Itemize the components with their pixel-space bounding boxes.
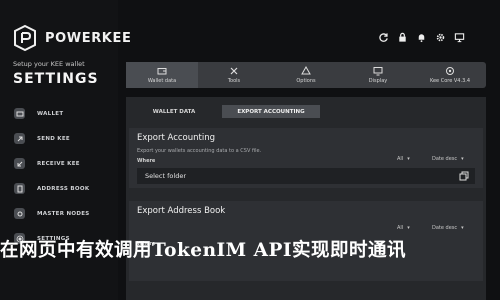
filter-all-select[interactable]: All ▾ — [397, 223, 410, 233]
tab-wallet-data[interactable]: Wallet data — [126, 62, 198, 88]
display-icon[interactable] — [452, 30, 466, 44]
tab-label: Wallet data — [147, 78, 177, 84]
settings-panel: WALLET DATA EXPORT ACCOUNTING Export Acc… — [126, 97, 486, 300]
export-accounting-title: Export Accounting — [137, 133, 215, 143]
tab-kee-core[interactable]: Kee Core V4.3.4 — [414, 62, 486, 88]
sidebar-item-label: MASTER NODES — [37, 210, 90, 217]
sidebar-item-label: ADDRESS BOOK — [37, 185, 90, 192]
sub-tabs: WALLET DATA EXPORT ACCOUNTING — [126, 105, 486, 118]
options-icon — [301, 66, 311, 75]
sidebar-item-label: RECEIVE KEE — [37, 160, 80, 167]
sidebar-item-master-nodes[interactable]: MASTER NODES — [0, 201, 118, 226]
tab-options[interactable]: Options — [270, 62, 342, 88]
export-accounting-card: Export Accounting Export your wallets ac… — [129, 128, 483, 188]
sort-select[interactable]: Date desc ▾ — [432, 154, 464, 164]
tab-label: Options — [296, 78, 316, 84]
sort-value: Date desc — [432, 225, 458, 231]
select-folder-label: Select folder — [145, 172, 186, 180]
gear-icon[interactable] — [433, 30, 447, 44]
brand: POWERKEE — [13, 24, 131, 52]
sidebar-item-label: SEND KEE — [37, 135, 70, 142]
tools-icon — [230, 67, 238, 75]
master-nodes-icon — [14, 208, 25, 219]
filter-all-value: All — [397, 225, 404, 231]
receive-icon — [14, 158, 25, 169]
sidebar-item-address-book[interactable]: ADDRESS BOOK — [0, 176, 118, 201]
copy-icon[interactable] — [459, 171, 469, 181]
filter-all-select[interactable]: All ▾ — [397, 154, 410, 164]
tab-label: Display — [368, 78, 388, 84]
export-accounting-description: Export your wallets accounting data to a… — [137, 148, 262, 154]
tab-label: Kee Core V4.3.4 — [429, 78, 471, 84]
filter-all-value: All — [397, 156, 404, 162]
export-address-book-title: Export Address Book — [137, 206, 226, 216]
sidebar-nav: WALLET SEND KEE RECEIVE KEE ADDRESS BOOK… — [0, 101, 118, 251]
send-icon — [14, 133, 25, 144]
chevron-down-icon: ▾ — [461, 156, 464, 162]
sub-tab-wallet-data[interactable]: WALLET DATA — [126, 105, 222, 118]
where-label: Where — [137, 158, 156, 164]
sidebar-item-label: WALLET — [37, 110, 64, 117]
section-title: SETTINGS — [13, 71, 99, 87]
tab-label: Tools — [227, 78, 241, 84]
select-folder-field[interactable]: Select folder — [137, 168, 475, 184]
sort-select[interactable]: Date desc ▾ — [432, 223, 464, 233]
lock-icon[interactable] — [395, 30, 409, 44]
bell-icon[interactable] — [414, 30, 428, 44]
sub-tab-export-accounting[interactable]: EXPORT ACCOUNTING — [222, 105, 320, 118]
settings-tabs: Wallet data Tools Options Display Kee Co… — [126, 62, 486, 88]
powerkee-logo — [14, 24, 36, 52]
chevron-down-icon: ▾ — [407, 225, 410, 231]
chevron-down-icon: ▾ — [407, 156, 410, 162]
tab-tools[interactable]: Tools — [198, 62, 270, 88]
display-icon — [373, 67, 383, 76]
tab-display[interactable]: Display — [342, 62, 414, 88]
sidebar-item-send-kee[interactable]: SEND KEE — [0, 126, 118, 151]
address-book-icon — [14, 183, 25, 194]
wallet-icon — [14, 108, 25, 119]
topbar — [376, 30, 466, 44]
tagline: Setup your KEE wallet — [13, 60, 85, 68]
sort-value: Date desc — [432, 156, 458, 162]
wallet-data-icon — [157, 68, 167, 75]
sidebar-item-receive-kee[interactable]: RECEIVE KEE — [0, 151, 118, 176]
refresh-icon[interactable] — [376, 30, 390, 44]
brand-name: POWERKEE — [45, 30, 132, 46]
kee-core-icon — [446, 67, 454, 75]
chevron-down-icon: ▾ — [461, 225, 464, 231]
overlay-title: 在网页中有效调用TokenIM API实现即时通讯 — [0, 240, 407, 261]
sidebar-item-wallet[interactable]: WALLET — [0, 101, 118, 126]
